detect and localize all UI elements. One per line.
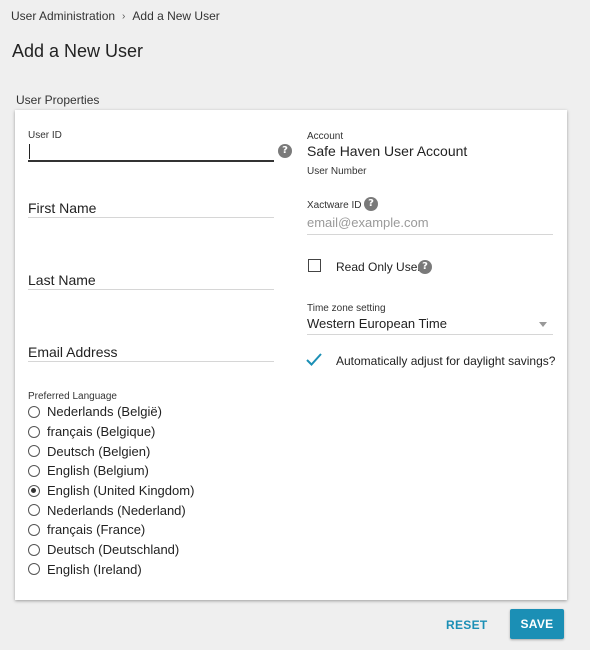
- text-caret: [29, 144, 30, 159]
- save-button[interactable]: SAVE: [510, 609, 564, 639]
- language-option[interactable]: Deutsch (Deutschland): [28, 540, 194, 560]
- radio-label: Nederlands (België): [47, 404, 162, 420]
- xactware-id-input[interactable]: email@example.com: [307, 215, 429, 230]
- email-underline: [28, 361, 274, 362]
- email-field[interactable]: Email Address: [28, 344, 117, 360]
- time-zone-underline: [307, 334, 553, 335]
- radio-label: Nederlands (Nederland): [47, 502, 186, 518]
- user-id-help-icon[interactable]: ?: [278, 144, 292, 158]
- radio-button[interactable]: [28, 445, 40, 458]
- time-zone-select[interactable]: Western European Time: [307, 316, 447, 331]
- daylight-check-icon[interactable]: [305, 352, 323, 367]
- user-properties-card: User ID ? First Name Last Name Email Add…: [15, 110, 567, 600]
- user-id-underline: [28, 160, 274, 162]
- language-option[interactable]: English (Belgium): [28, 461, 194, 481]
- section-title: User Properties: [16, 93, 100, 107]
- user-id-label: User ID: [28, 130, 62, 141]
- read-only-label: Read Only User: [336, 260, 422, 274]
- radio-label: Deutsch (Belgien): [47, 443, 151, 459]
- language-option[interactable]: français (Belgique): [28, 422, 194, 442]
- user-number-label: User Number: [307, 166, 367, 177]
- preferred-language-radio-group: Nederlands (België) français (Belgique) De…: [28, 402, 194, 579]
- radio-label: English (Ireland): [47, 561, 142, 577]
- last-name-input[interactable]: Last Name: [28, 272, 96, 288]
- breadcrumb-current: Add a New User: [132, 9, 220, 23]
- user-id-input[interactable]: [28, 142, 274, 162]
- breadcrumb: User Administration › Add a New User: [11, 9, 220, 23]
- language-option[interactable]: français (France): [28, 520, 194, 540]
- xactware-id-underline: [307, 234, 553, 235]
- radio-button[interactable]: [28, 484, 40, 497]
- first-name-input[interactable]: First Name: [28, 200, 96, 216]
- xactware-id-help-icon[interactable]: ?: [364, 197, 378, 211]
- language-option[interactable]: Nederlands (België): [28, 402, 194, 422]
- language-option[interactable]: English (United Kingdom): [28, 481, 194, 501]
- preferred-language-label: Preferred Language: [28, 391, 117, 402]
- read-only-checkbox[interactable]: [308, 259, 321, 272]
- radio-label: Deutsch (Deutschland): [47, 542, 180, 558]
- radio-button[interactable]: [28, 523, 40, 536]
- breadcrumb-separator-icon: ›: [122, 10, 126, 22]
- account-label: Account: [307, 131, 344, 142]
- language-option[interactable]: English (Ireland): [28, 560, 194, 580]
- radio-label: français (Belgique): [47, 424, 156, 440]
- account-value: Safe Haven User Account: [307, 143, 468, 159]
- radio-button[interactable]: [28, 504, 40, 517]
- read-only-help-icon[interactable]: ?: [418, 260, 432, 274]
- radio-label: English (Belgium): [47, 463, 149, 479]
- radio-button[interactable]: [28, 425, 40, 438]
- last-name-underline: [28, 289, 274, 290]
- radio-button[interactable]: [28, 563, 40, 576]
- xactware-id-label: Xactware ID: [307, 200, 362, 211]
- first-name-underline: [28, 217, 274, 218]
- radio-label: français (France): [47, 522, 146, 538]
- chevron-down-icon[interactable]: [539, 322, 547, 327]
- reset-button[interactable]: RESET: [440, 612, 492, 638]
- breadcrumb-user-administration[interactable]: User Administration: [11, 9, 115, 23]
- time-zone-label: Time zone setting: [307, 303, 386, 314]
- language-option[interactable]: Deutsch (Belgien): [28, 441, 194, 461]
- radio-button[interactable]: [28, 543, 40, 556]
- radio-button[interactable]: [28, 405, 40, 418]
- language-option[interactable]: Nederlands (Nederland): [28, 500, 194, 520]
- daylight-savings-label: Automatically adjust for daylight saving…: [336, 354, 556, 368]
- radio-button[interactable]: [28, 464, 40, 477]
- radio-label: English (United Kingdom): [47, 483, 195, 499]
- page-title: Add a New User: [12, 41, 144, 61]
